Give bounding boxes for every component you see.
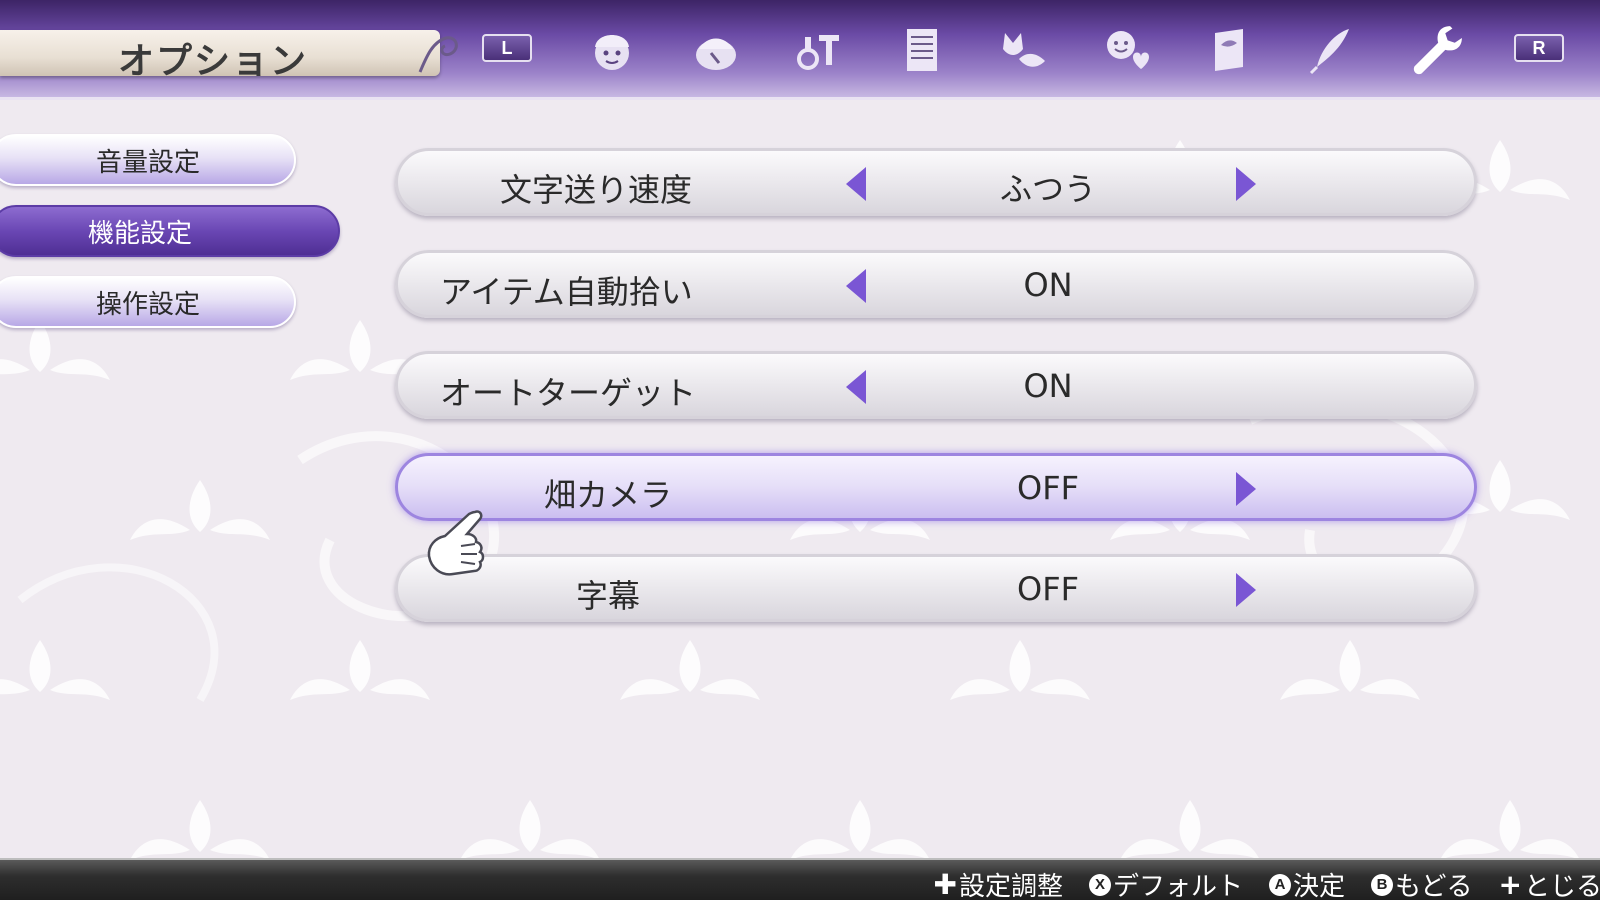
bottom-hint-bar: ✚ 設定調整 X デフォルト A 決定 B もどる + とじる	[0, 858, 1600, 900]
swirl-ornament-icon	[418, 36, 458, 73]
smile-heart-icon[interactable]	[1098, 22, 1154, 78]
hint-back: B もどる	[1371, 866, 1473, 900]
option-subtitles[interactable]: 字幕 OFF	[395, 554, 1477, 622]
option-text-speed[interactable]: 文字送り速度 ふつう	[395, 148, 1477, 216]
hint-label: とじる	[1523, 872, 1600, 900]
pointer-hand-icon	[427, 510, 485, 576]
hint-label: 設定調整	[958, 872, 1063, 900]
arrow-left-icon[interactable]	[846, 269, 866, 303]
top-bar: オプション L R	[0, 0, 1600, 100]
option-value: OFF	[1017, 469, 1079, 507]
hint-label: 決定	[1293, 872, 1346, 900]
arrow-left-icon[interactable]	[846, 167, 866, 201]
quill-icon[interactable]	[1304, 22, 1360, 78]
hint-confirm: A 決定	[1269, 866, 1345, 900]
dpad-icon: ✚	[933, 867, 957, 900]
document-list-icon[interactable]	[894, 22, 950, 78]
category-function-settings[interactable]: 機能設定	[0, 205, 340, 257]
category-label: 音量設定	[95, 147, 200, 178]
option-label: オートターゲット	[440, 374, 697, 412]
hint-adjust-setting: ✚ 設定調整	[934, 866, 1063, 900]
option-label: アイテム自動拾い	[440, 273, 693, 311]
hint-default: X デフォルト	[1089, 866, 1243, 900]
option-value: ON	[1023, 266, 1073, 304]
hint-label: もどる	[1395, 872, 1473, 900]
option-label: 文字送り速度	[499, 171, 692, 209]
l-shoulder-button[interactable]: L	[482, 34, 532, 62]
category-label: 操作設定	[95, 289, 200, 320]
option-value: ON	[1023, 367, 1073, 405]
plus-button-icon: +	[1498, 867, 1522, 900]
arrow-left-icon[interactable]	[846, 370, 866, 404]
x-button-icon: X	[1089, 873, 1111, 896]
a-button-icon: A	[1269, 873, 1292, 896]
option-value: OFF	[1017, 570, 1079, 608]
option-auto-item-pickup[interactable]: アイテム自動拾い ON	[395, 250, 1477, 318]
book-icon[interactable]	[1200, 22, 1256, 78]
hint-close: + とじる	[1499, 866, 1600, 900]
category-volume-settings[interactable]: 音量設定	[0, 134, 296, 186]
arrow-right-icon[interactable]	[1236, 167, 1256, 201]
category-control-settings[interactable]: 操作設定	[0, 276, 296, 328]
title-plate: オプション	[0, 30, 440, 82]
option-value: ふつう	[999, 170, 1096, 208]
character-face-icon[interactable]	[584, 22, 640, 78]
option-auto-target[interactable]: オートターゲット ON	[395, 351, 1477, 419]
category-label: 機能設定	[87, 218, 192, 249]
wrench-icon[interactable]	[1404, 18, 1470, 84]
option-field-camera[interactable]: 畑カメラ OFF	[395, 453, 1477, 521]
arrow-right-icon[interactable]	[1236, 472, 1256, 506]
animal-handshake-icon[interactable]	[996, 22, 1052, 78]
pouch-icon[interactable]	[688, 22, 744, 78]
b-button-icon: B	[1371, 873, 1394, 896]
arrow-right-icon[interactable]	[1236, 573, 1256, 607]
r-shoulder-button[interactable]: R	[1514, 34, 1564, 62]
page-title: オプション	[118, 41, 309, 82]
hint-label: デフォルト	[1113, 872, 1244, 900]
alchemy-flask-icon[interactable]	[790, 22, 846, 78]
button-hints: ✚ 設定調整 X デフォルト A 決定 B もどる + とじる	[934, 866, 1600, 900]
